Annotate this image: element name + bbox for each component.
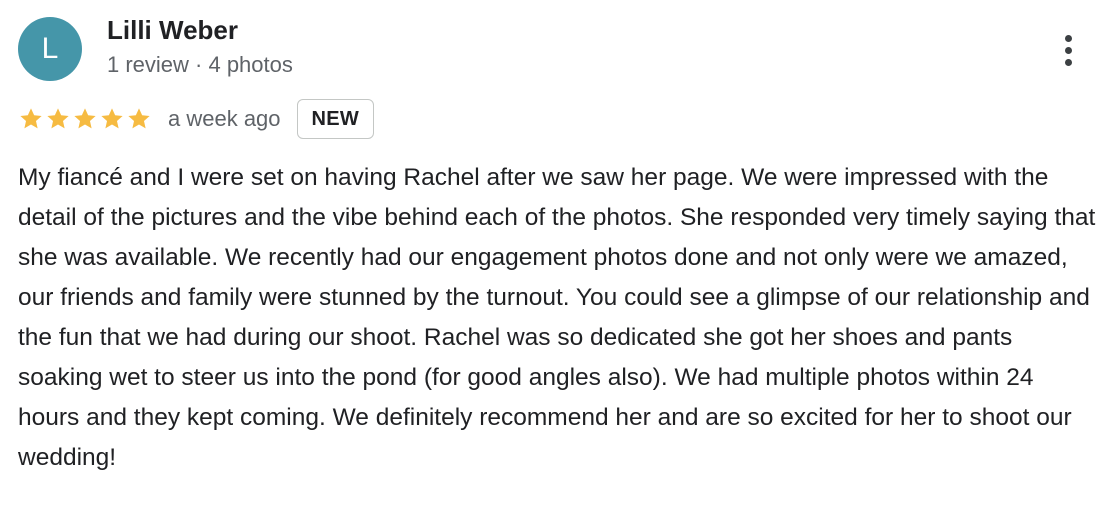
more-vertical-icon-dot [1064, 46, 1072, 54]
author-name[interactable]: Lilli Weber [107, 15, 238, 46]
star-rating [18, 106, 152, 132]
star-icon [20, 108, 42, 129]
review-text: My fiancé and I were set on having Rache… [18, 164, 1096, 471]
more-vertical-icon [1064, 34, 1072, 42]
rating-row: a week ago NEW [18, 97, 375, 141]
star-icon [74, 108, 96, 129]
avatar[interactable]: L [18, 17, 82, 81]
review-card: L Lilli Weber 1 review · 4 photos a week… [0, 0, 1102, 524]
author-meta: 1 review · 4 photos [107, 52, 293, 77]
new-badge: NEW [296, 99, 375, 139]
review-time: a week ago [168, 106, 281, 131]
star-icon [128, 108, 150, 129]
more-options-button[interactable] [1052, 28, 1084, 72]
more-vertical-icon-dot [1064, 58, 1072, 66]
star-icon [47, 108, 69, 129]
avatar-initial: L [41, 32, 59, 65]
star-icon [101, 108, 123, 129]
